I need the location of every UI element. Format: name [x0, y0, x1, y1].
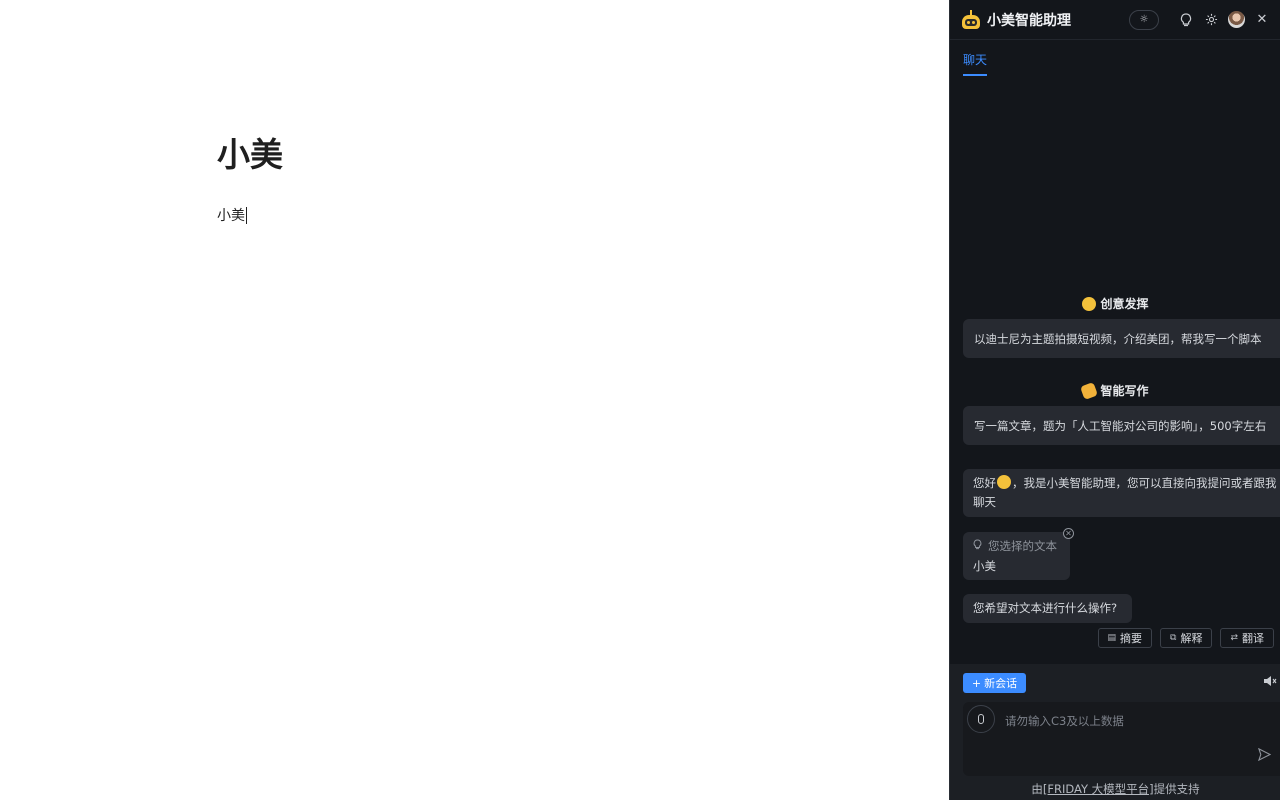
- summary-icon: ▤: [1107, 633, 1117, 643]
- section-title-writing-text: 智能写作: [1100, 384, 1149, 398]
- microphone-icon: [978, 714, 984, 724]
- chat-input-placeholder: 请勿输入C3及以上数据: [1005, 714, 1124, 728]
- selected-text-value: 小美: [973, 559, 996, 573]
- footer-prefix: 由: [1031, 782, 1043, 796]
- friday-platform-link[interactable]: [FRIDAY 大模型平台]: [1043, 782, 1154, 796]
- summary-label: 摘要: [1120, 632, 1143, 645]
- translate-icon: ⇄: [1230, 633, 1238, 643]
- robot-logo-icon: [961, 9, 981, 30]
- tab-chat[interactable]: 聊天: [963, 51, 988, 76]
- text-caret: [246, 206, 247, 224]
- summary-button[interactable]: ▤ 摘要: [1097, 628, 1153, 648]
- remove-selection-icon[interactable]: ✕: [1063, 528, 1074, 539]
- section-title-writing: 智能写作: [950, 381, 1280, 400]
- translate-button[interactable]: ⇄ 翻译: [1220, 628, 1274, 648]
- smile-emoji-icon: [997, 475, 1011, 489]
- greeting-message: 您好 ，我是小美智能助理，您可以直接向我提问或者跟我聊天: [963, 469, 1280, 517]
- document-body-text[interactable]: 小美: [217, 205, 245, 225]
- speaker-mute-icon[interactable]: [1263, 675, 1277, 691]
- explain-label: 解释: [1180, 632, 1203, 645]
- prompt-card-creative[interactable]: 以迪士尼为主题拍摄短视频，介绍美团，帮我写一个脚本: [963, 319, 1280, 358]
- powered-by-footer: 由[FRIDAY 大模型平台]提供支持: [950, 781, 1280, 797]
- greeting-text-end: ，我是小美智能助理，您可以直接向我提问或者跟我聊天: [973, 476, 1277, 509]
- send-icon[interactable]: [1257, 747, 1272, 765]
- bulb-small-icon: [973, 537, 982, 556]
- document-title[interactable]: 小美: [217, 128, 283, 176]
- prompt-card-writing[interactable]: 写一篇文章，题为「人工智能对公司的影响」，500字左右: [963, 406, 1280, 445]
- selected-text-label-row: 您选择的文本: [973, 537, 1060, 556]
- clapping-emoji-icon: [1080, 381, 1099, 400]
- explain-icon: ⧉: [1170, 633, 1177, 643]
- composer-area: + 新会话 请勿输入C3及以上数据 由[FRIDAY 大模型平台]提供支持: [950, 664, 1280, 800]
- new-chat-button[interactable]: + 新会话: [963, 673, 1026, 693]
- close-icon[interactable]: ✕: [1254, 12, 1270, 28]
- chat-input-box[interactable]: 请勿输入C3及以上数据: [963, 702, 1280, 776]
- plus-icon: +: [971, 676, 982, 690]
- selected-text-label: 您选择的文本: [988, 539, 1057, 553]
- theme-toggle[interactable]: ☼: [1129, 9, 1159, 30]
- settings-gear-icon[interactable]: [1203, 12, 1219, 28]
- question-message: 您希望对文本进行什么操作?: [963, 594, 1132, 623]
- assistant-header: 小美智能助理 ☼ ✕: [950, 0, 1280, 40]
- section-title-creative: 创意发挥: [950, 295, 1280, 312]
- footer-suffix: 提供支持: [1153, 782, 1200, 796]
- thinking-emoji-icon: [1082, 296, 1097, 311]
- explain-button[interactable]: ⧉ 解释: [1160, 628, 1213, 648]
- user-avatar[interactable]: [1228, 11, 1245, 28]
- sun-icon: ☼: [1139, 14, 1149, 25]
- bulb-icon[interactable]: [1178, 12, 1194, 28]
- translate-label: 翻译: [1242, 632, 1264, 645]
- selected-text-card: 您选择的文本 小美 ✕: [963, 528, 1074, 580]
- assistant-title: 小美智能助理: [987, 12, 1071, 29]
- new-chat-label: 新会话: [984, 677, 1018, 690]
- microphone-button[interactable]: [967, 705, 995, 733]
- document-editor[interactable]: 小美 小美: [0, 0, 949, 800]
- action-buttons: ▤ 摘要 ⧉ 解释 ⇄ 翻译: [1097, 628, 1274, 648]
- greeting-text-start: 您好: [973, 476, 996, 490]
- document-body[interactable]: 小美: [217, 205, 247, 225]
- assistant-panel: 小美智能助理 ☼ ✕ 聊天 创意发挥 以迪士尼为主题拍摄短视频，介绍美团，帮我写…: [949, 0, 1280, 800]
- section-title-creative-text: 创意发挥: [1100, 297, 1149, 311]
- tab-bar: 聊天: [950, 40, 1280, 76]
